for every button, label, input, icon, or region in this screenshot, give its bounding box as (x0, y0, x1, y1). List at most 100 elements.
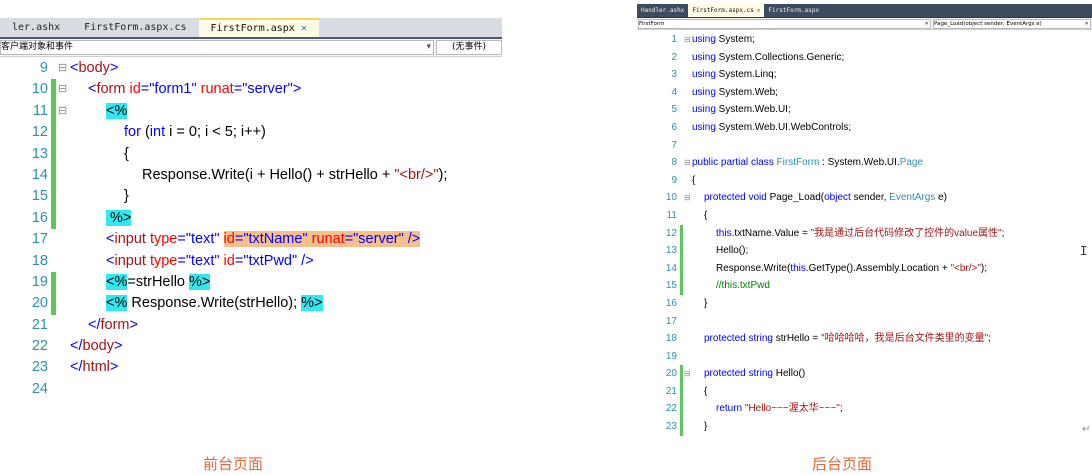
line-number: 5 (671, 104, 677, 116)
code-line: 9 ⊟ <body> (0, 58, 502, 79)
front-page-caption: 前台页面 (203, 455, 264, 473)
selected-token: "txtName" (243, 231, 308, 248)
code-token: using (692, 121, 716, 133)
line-number: 13 (31, 145, 48, 162)
client-objects-dropdown[interactable]: 客户端对象和事件 ▾ (0, 40, 434, 55)
left-code-area[interactable]: 9 ⊟ <body> 10 ⊟ <form id="form1" runat="serve… (0, 58, 502, 400)
tab-right-1[interactable]: FirstForm.aspx.cs ✕ (688, 4, 765, 17)
code-token: FirstForm (776, 157, 820, 169)
code-token: /> (297, 252, 314, 269)
code-token: = (177, 252, 186, 269)
tab-label: FirstForm.aspx (210, 23, 295, 34)
line-number: 24 (31, 380, 48, 397)
code-token: Response.Write( (716, 262, 791, 274)
code-token: string (748, 368, 773, 380)
code-token: for (124, 124, 141, 141)
class-dropdown[interactable]: FirstForm ▾ (638, 19, 931, 29)
code-token: ( (140, 124, 150, 141)
code-line: 8 ⊟ public partial class FirstForm : Syste… (637, 154, 1092, 172)
collapse-icon[interactable]: ⊟ (684, 31, 691, 49)
code-token: { (692, 174, 696, 186)
left-navigation-bar: 客户端对象和事件 ▾ (无事件) (0, 39, 502, 57)
code-line: 11 { (637, 207, 1092, 225)
line-number: 23 (665, 421, 677, 433)
code-line: 12 this.txtName.Value = "我是通过后台代码修改了控件的va… (637, 224, 1092, 243)
code-token: using (692, 69, 716, 81)
code-token: input (114, 252, 146, 269)
code-token: System.Web; (715, 86, 778, 98)
change-marker (680, 259, 683, 278)
tab-label: FirstForm.aspx.cs (84, 22, 187, 33)
collapse-icon[interactable]: ⊟ (58, 58, 67, 79)
code-token: } (704, 421, 708, 433)
code-text: <input type="text" id="txtPwd" /> (106, 251, 314, 272)
tab-left-1[interactable]: FirstForm.aspx.cs (72, 18, 198, 37)
code-token: "哈哈哈哈，我是后台文件类里的变量" (821, 333, 989, 345)
code-line: 22 </body> (0, 336, 502, 357)
code-token: =strHello (127, 273, 190, 290)
line-number: 15 (31, 188, 48, 205)
code-token: id (223, 252, 235, 269)
code-line: 20 ⊟ protected string Hello() (637, 365, 1092, 383)
code-text: <input type="text" id="txtName" runat="s… (106, 229, 421, 250)
code-token: this (790, 262, 806, 274)
tab-left-2[interactable]: FirstForm.aspx ✕ (198, 18, 319, 37)
code-token: "<br/>" (950, 262, 981, 274)
collapse-icon[interactable]: ⊟ (684, 189, 691, 207)
right-code-area[interactable]: 1 ⊟ using System; 2 using System.Collections… (637, 31, 1092, 436)
collapse-icon[interactable]: ⊟ (684, 154, 691, 172)
left-editor-panel: ler.ashx FirstForm.aspx.cs FirstForm.aspx ✕… (0, 18, 502, 418)
code-text: protected void Page_Load(object sender, … (704, 189, 947, 207)
code-token: { (704, 209, 708, 221)
return-mark-icon: ↵ (1082, 424, 1091, 435)
code-line: 21 </form> (0, 315, 502, 336)
collapse-icon[interactable]: ⊟ (58, 101, 67, 122)
server-block-delimiter: %> (301, 295, 323, 312)
code-token: "text" (185, 252, 220, 269)
member-dropdown[interactable]: Page_Load(object sender, EventArgs e) ▾ (933, 19, 1091, 29)
code-text: <form id="form1" runat="server"> (88, 79, 301, 100)
selected-token: "server" (353, 231, 404, 248)
close-icon[interactable]: ✕ (757, 7, 761, 14)
tab-left-0[interactable]: ler.ashx (0, 18, 72, 37)
line-number: 12 (665, 227, 677, 239)
code-token: "txtPwd" (243, 252, 298, 269)
code-line: 21 { (637, 382, 1092, 401)
collapse-icon[interactable]: ⊟ (684, 365, 691, 383)
code-text: using System.Web; (692, 84, 778, 102)
code-token: </ (88, 316, 101, 333)
code-token: "Hello~~~渥太华~~~" (744, 403, 840, 415)
code-text: using System.Web.UI.WebControls; (692, 119, 851, 137)
code-token: i = 0; i < 5; i++) (165, 124, 266, 141)
close-icon[interactable]: ✕ (301, 23, 307, 34)
line-number: 14 (31, 166, 48, 183)
line-number: 8 (671, 157, 677, 169)
events-dropdown[interactable]: (无事件) (436, 40, 502, 55)
line-number: 11 (666, 209, 677, 221)
events-dropdown-label: (无事件) (451, 42, 487, 52)
code-token: body (82, 338, 114, 355)
left-tab-bar: ler.ashx FirstForm.aspx.cs FirstForm.aspx ✕ (0, 18, 502, 39)
code-token: "<br/>" (394, 166, 439, 183)
code-token: System; (715, 34, 755, 45)
code-line: 17 (637, 313, 1092, 331)
code-token: "我是通过后台代码修改了控件的value属性" (810, 227, 1002, 239)
code-line: 24 (0, 379, 502, 400)
tab-right-2[interactable]: FirstForm.aspx (764, 4, 823, 17)
code-line: 15} (0, 186, 502, 208)
tab-label: Handler.ashx (641, 7, 685, 14)
collapse-icon[interactable]: ⊟ (58, 79, 67, 100)
code-line: 5 using System.Web.UI; (637, 101, 1092, 119)
line-number: 3 (671, 69, 677, 81)
code-token: > (129, 316, 138, 333)
code-line: 18 <input type="text" id="txtPwd" /> (0, 251, 502, 272)
tab-right-0[interactable]: Handler.ashx (637, 4, 688, 17)
code-token: strHello = (772, 333, 822, 345)
code-token: System.Linq; (715, 69, 777, 81)
code-line: 16} (637, 295, 1092, 313)
code-token: using (692, 51, 716, 63)
code-token: class (750, 157, 774, 169)
code-token: : System.Web.UI. (819, 157, 900, 169)
code-token: "text" (185, 231, 220, 248)
code-token: using (692, 34, 716, 45)
